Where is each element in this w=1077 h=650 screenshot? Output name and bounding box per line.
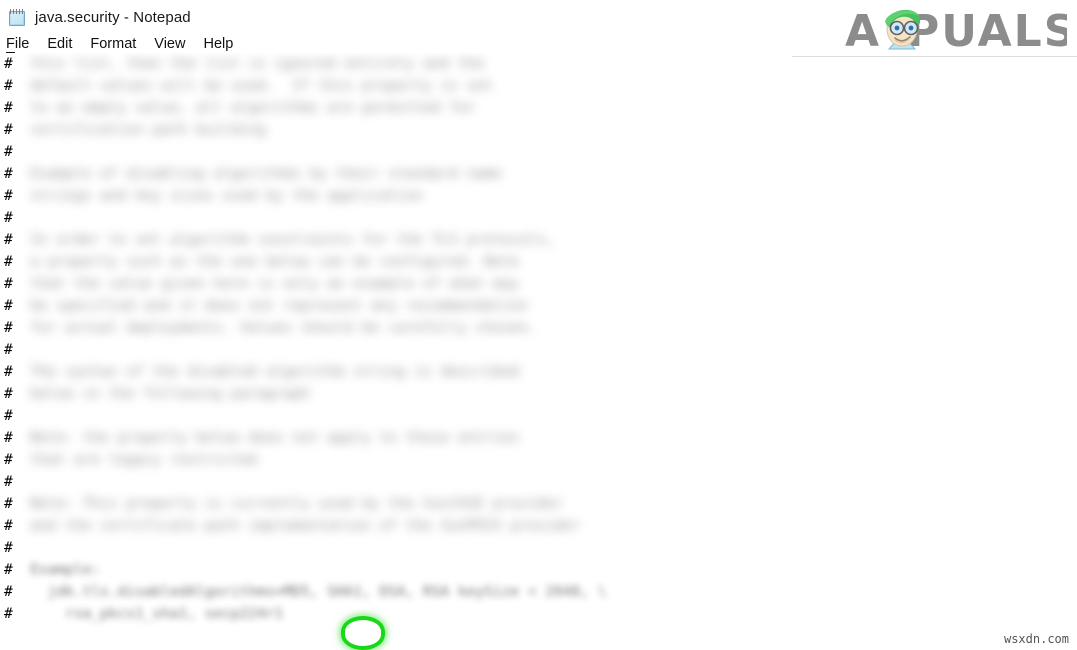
comment-marker: # — [4, 320, 13, 336]
code-line: # — [0, 141, 1077, 163]
code-line: # The syntax of the disabled algorithm s… — [0, 361, 1077, 383]
redacted-comment-text: strings and key sizes used by the applic… — [12, 188, 424, 204]
code-line: # a property such as the one below can b… — [0, 251, 1077, 273]
comment-marker: # — [4, 584, 13, 600]
menu-item-file[interactable]: File — [4, 36, 38, 53]
code-line: # jdk.tls.disabledAlgorithms=MD5, SHA1, … — [0, 581, 1077, 603]
comment-marker: # — [4, 78, 13, 94]
code-line: # rsa_pkcs1_sha1, secp224r1 — [0, 603, 1077, 625]
logo-divider — [792, 56, 1077, 57]
code-line: # that are legacy restricted — [0, 449, 1077, 471]
redacted-comment-text: and the certificate path implementation … — [12, 518, 581, 534]
redacted-comment-text: certification path building — [12, 122, 266, 138]
notepad-icon — [8, 8, 27, 27]
svg-text:A: A — [845, 6, 881, 56]
code-line: # Note: This property is currently used … — [0, 493, 1077, 515]
comment-marker: # — [4, 210, 13, 226]
comment-marker: # — [4, 386, 13, 402]
code-line: # for actual deployments. Values should … — [0, 317, 1077, 339]
code-line: # — [0, 405, 1077, 427]
redacted-comment-text: jdk.tls.disabledAlgorithms=MD5, SHA1, DS… — [12, 584, 607, 600]
comment-marker: # — [4, 232, 13, 248]
code-line: # to an empty value, all algorithms are … — [0, 97, 1077, 119]
redacted-comment-text: Note: the property below does not apply … — [12, 430, 520, 446]
redacted-comment-text: default values will be used. If this pro… — [12, 78, 493, 94]
code-line: # Example of disabling algorithms by the… — [0, 163, 1077, 185]
menu-bar: File Edit Format View Help — [0, 36, 800, 53]
comment-marker: # — [4, 56, 13, 72]
menu-item-view-label: View — [154, 36, 186, 52]
redacted-comment-text: to an empty value, all algorithms are pe… — [12, 100, 476, 116]
code-line: # and the certificate path implementatio… — [0, 515, 1077, 537]
comment-marker: # — [4, 540, 13, 556]
redacted-comment-text: In order to set algorithm constraints fo… — [12, 232, 554, 248]
redacted-comment-text: for actual deployments. Values should be… — [12, 320, 537, 336]
active-code-line[interactable]: jdk.tls.disabledAlgorithms=SSLv3, RC4, D… — [0, 625, 1077, 649]
redacted-comment-text: that are legacy restricted — [12, 452, 258, 468]
comment-marker: # — [4, 100, 13, 116]
redacted-comment-text: Example: — [12, 562, 101, 578]
menu-item-edit-label: Edit — [47, 36, 73, 52]
redacted-comment-text: Note: This property is currently used by… — [12, 496, 563, 512]
code-line: # below in the following paragraph — [0, 383, 1077, 405]
comment-marker: # — [4, 430, 13, 446]
comment-marker: # — [4, 254, 13, 270]
text-editor-area[interactable]: # this list, then the list is ignored en… — [0, 53, 1077, 650]
menu-item-file-label: ile — [14, 36, 30, 52]
redacted-comment-text: Example of disabling algorithms by their… — [12, 166, 502, 182]
redacted-comment-text: The syntax of the disabled algorithm str… — [12, 364, 520, 380]
redacted-comment-text: below in the following paragraph — [12, 386, 310, 402]
comment-marker: # — [4, 166, 13, 182]
redacted-comment-text: a property such as the one below can be … — [12, 254, 520, 270]
code-line-list: # this list, then the list is ignored en… — [0, 53, 1077, 625]
code-line: # — [0, 207, 1077, 229]
code-line: # In order to set algorithm constraints … — [0, 229, 1077, 251]
menu-item-format-label: Format — [90, 36, 137, 52]
code-line: # — [0, 339, 1077, 361]
menu-item-format[interactable]: Format — [81, 36, 145, 53]
comment-marker: # — [4, 518, 13, 534]
comment-marker: # — [4, 342, 13, 358]
menu-item-help[interactable]: Help — [194, 36, 242, 53]
redacted-comment-text: be specified and it does not represent a… — [12, 298, 528, 314]
comment-marker: # — [4, 188, 13, 204]
comment-marker: # — [4, 364, 13, 380]
code-line: # — [0, 471, 1077, 493]
comment-marker: # — [4, 474, 13, 490]
code-line: # Note: the property below does not appl… — [0, 427, 1077, 449]
comment-marker: # — [4, 496, 13, 512]
redacted-comment-text: rsa_pkcs1_sha1, secp224r1 — [12, 606, 284, 622]
menu-item-edit[interactable]: Edit — [38, 36, 81, 53]
comment-marker: # — [4, 276, 13, 292]
comment-marker: # — [4, 606, 13, 622]
comment-marker: # — [4, 122, 13, 138]
redacted-comment-text: this list, then the list is ignored enti… — [12, 56, 485, 72]
redacted-comment-text: that the value given here is only an exa… — [12, 276, 520, 292]
title-bar: java.security - Notepad — [0, 0, 800, 34]
comment-marker: # — [4, 298, 13, 314]
code-line: # — [0, 537, 1077, 559]
window-title: java.security - Notepad — [35, 8, 191, 26]
code-line: # be specified and it does not represent… — [0, 295, 1077, 317]
menu-item-help-label: Help — [203, 36, 234, 52]
svg-text:PUALS: PUALS — [907, 6, 1067, 56]
code-line: # default values will be used. If this p… — [0, 75, 1077, 97]
comment-marker: # — [4, 144, 13, 160]
notepad-window: java.security - Notepad File Edit Format… — [0, 0, 1077, 650]
menu-item-view[interactable]: View — [145, 36, 194, 53]
code-line: # certification path building — [0, 119, 1077, 141]
comment-marker: # — [4, 452, 13, 468]
code-line: # strings and key sizes used by the appl… — [0, 185, 1077, 207]
code-line: # that the value given here is only an e… — [0, 273, 1077, 295]
watermark: wsxdn.com — [1003, 632, 1069, 646]
comment-marker: # — [4, 408, 13, 424]
comment-marker: # — [4, 562, 13, 578]
appuals-logo: A PUALS — [845, 2, 1075, 57]
code-line: # Example: — [0, 559, 1077, 581]
